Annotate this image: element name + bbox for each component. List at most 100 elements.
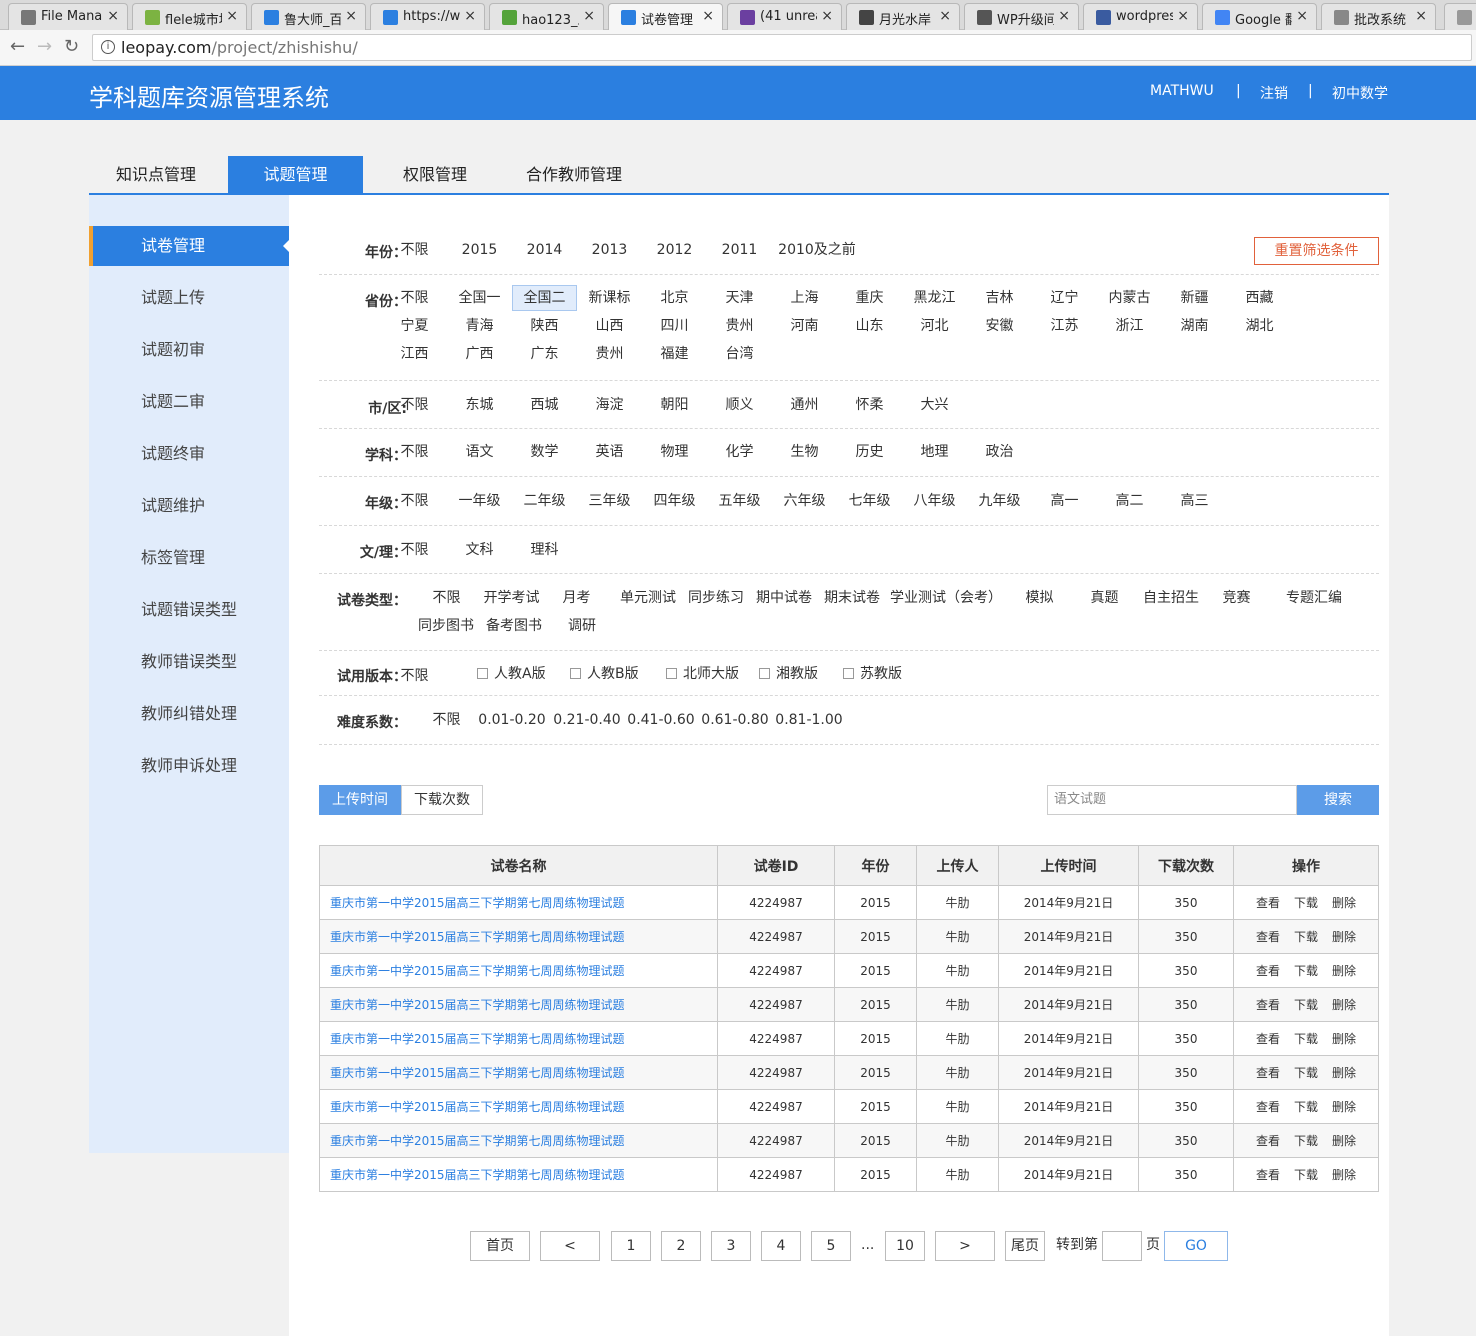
filter-option-province[interactable]: 新课标: [577, 285, 642, 311]
filter-option-province[interactable]: 天津: [707, 285, 772, 311]
filter-option-province[interactable]: 北京: [642, 285, 707, 311]
paper-name-link[interactable]: 重庆市第一中学2015届高三下学期第七周周练物理试题: [319, 885, 718, 920]
sidebar-item[interactable]: 教师纠错处理: [89, 694, 289, 734]
view-link[interactable]: 查看: [1256, 928, 1280, 945]
browser-tab[interactable]: 鲁大师_百 ×: [251, 3, 366, 30]
delete-link[interactable]: 删除: [1332, 1064, 1356, 1081]
sidebar-item[interactable]: 教师申诉处理: [89, 746, 289, 786]
filter-option-province[interactable]: 江苏: [1032, 313, 1097, 339]
filter-option-paper-type[interactable]: 调研: [548, 613, 616, 639]
filter-option-province[interactable]: 陕西: [512, 313, 577, 339]
browser-tab[interactable]: wordpres ×: [1083, 3, 1198, 30]
filter-option-province[interactable]: 湖南: [1162, 313, 1227, 339]
view-link[interactable]: 查看: [1256, 1166, 1280, 1183]
filter-option-province[interactable]: 河南: [772, 313, 837, 339]
checkbox-box[interactable]: [477, 668, 488, 679]
filter-option-province[interactable]: 台湾: [707, 341, 772, 367]
sort-upload-time-button[interactable]: 上传时间: [319, 785, 401, 815]
url-field[interactable]: i leopay.com/project/zhishishu/: [92, 34, 1472, 61]
delete-link[interactable]: 删除: [1332, 894, 1356, 911]
view-link[interactable]: 查看: [1256, 996, 1280, 1013]
first-page-button[interactable]: 首页: [470, 1231, 530, 1261]
page-number-button[interactable]: 1: [611, 1231, 651, 1261]
user-name[interactable]: MATHWU: [1150, 83, 1214, 99]
filter-option-subject[interactable]: 地理: [902, 439, 967, 465]
close-icon[interactable]: ×: [1177, 8, 1189, 24]
checkbox-box[interactable]: [759, 668, 770, 679]
filter-option-year[interactable]: 2012: [642, 237, 707, 263]
filter-option-paper-type[interactable]: 专题汇编: [1269, 585, 1359, 611]
browser-tab[interactable]: File Mana ×: [8, 3, 128, 30]
filter-option-province[interactable]: 新疆: [1162, 285, 1227, 311]
filter-option-year[interactable]: 2010及之前: [772, 237, 862, 263]
sidebar-item[interactable]: 试卷管理: [89, 226, 289, 266]
view-link[interactable]: 查看: [1256, 1132, 1280, 1149]
filter-option-track[interactable]: 不限: [382, 537, 447, 563]
close-icon[interactable]: ×: [939, 8, 951, 24]
filter-option-paper-type[interactable]: 同步练习: [682, 585, 750, 611]
sidebar-item[interactable]: 试题初审: [89, 330, 289, 370]
browser-tab[interactable]: 试卷管理 ×: [608, 3, 723, 30]
filter-option-grade[interactable]: 三年级: [577, 488, 642, 514]
filter-option-city[interactable]: 不限: [382, 392, 447, 418]
delete-link[interactable]: 删除: [1332, 962, 1356, 979]
delete-link[interactable]: 删除: [1332, 1132, 1356, 1149]
filter-option-grade[interactable]: 高一: [1032, 488, 1097, 514]
filter-option-grade[interactable]: 高二: [1097, 488, 1162, 514]
filter-option-province[interactable]: 宁夏: [382, 313, 447, 339]
filter-option-province[interactable]: 内蒙古: [1097, 285, 1162, 311]
filter-option-province[interactable]: 全国一: [447, 285, 512, 311]
filter-option-province[interactable]: 江西: [382, 341, 447, 367]
sidebar-item[interactable]: 试题二审: [89, 382, 289, 422]
download-link[interactable]: 下载: [1294, 1064, 1318, 1081]
search-input[interactable]: 语文试题: [1047, 785, 1297, 815]
info-icon[interactable]: i: [101, 40, 115, 54]
filter-option-difficulty[interactable]: 0.41-0.60: [623, 707, 699, 733]
page-number-button[interactable]: 10: [885, 1231, 925, 1261]
page-number-button[interactable]: 3: [711, 1231, 751, 1261]
edition-checkbox[interactable]: 人教B版: [570, 661, 639, 687]
filter-option-grade[interactable]: 九年级: [967, 488, 1032, 514]
filter-option-province[interactable]: 贵州: [577, 341, 642, 367]
download-link[interactable]: 下载: [1294, 1098, 1318, 1115]
filter-option-paper-type[interactable]: 真题: [1072, 585, 1137, 611]
filter-option-province[interactable]: 全国二: [512, 285, 577, 311]
filter-option-province[interactable]: 黑龙江: [902, 285, 967, 311]
forward-icon[interactable]: →: [37, 36, 52, 57]
filter-option-grade[interactable]: 不限: [382, 488, 447, 514]
download-link[interactable]: 下载: [1294, 894, 1318, 911]
filter-option-city[interactable]: 朝阳: [642, 392, 707, 418]
close-icon[interactable]: ×: [1296, 8, 1308, 24]
filter-option-province[interactable]: 吉林: [967, 285, 1032, 311]
checkbox-box[interactable]: [843, 668, 854, 679]
close-icon[interactable]: ×: [464, 8, 476, 24]
filter-option-paper-type[interactable]: 单元测试: [614, 585, 682, 611]
prev-page-button[interactable]: <: [540, 1231, 600, 1261]
view-link[interactable]: 查看: [1256, 894, 1280, 911]
sidebar-item[interactable]: 标签管理: [89, 538, 289, 578]
goto-page-input[interactable]: [1102, 1231, 1142, 1261]
filter-option-province[interactable]: 贵州: [707, 313, 772, 339]
filter-option-difficulty[interactable]: 0.81-1.00: [771, 707, 847, 733]
close-icon[interactable]: ×: [226, 8, 238, 24]
view-link[interactable]: 查看: [1256, 962, 1280, 979]
paper-name-link[interactable]: 重庆市第一中学2015届高三下学期第七周周练物理试题: [319, 1123, 718, 1158]
filter-option-paper-type[interactable]: 不限: [414, 585, 479, 611]
browser-tab[interactable]: https://w ×: [370, 3, 485, 30]
filter-option-province[interactable]: 不限: [382, 285, 447, 311]
delete-link[interactable]: 删除: [1332, 996, 1356, 1013]
page-number-button[interactable]: 2: [661, 1231, 701, 1261]
filter-option-difficulty[interactable]: 0.01-0.20: [474, 707, 550, 733]
filter-option-city[interactable]: 海淀: [577, 392, 642, 418]
filter-option-subject[interactable]: 物理: [642, 439, 707, 465]
filter-option-subject[interactable]: 政治: [967, 439, 1032, 465]
filter-option-paper-type[interactable]: 开学考试: [479, 585, 544, 611]
browser-tab[interactable]: hao123_上 ×: [489, 3, 604, 30]
filter-option-province[interactable]: 辽宁: [1032, 285, 1097, 311]
checkbox-box[interactable]: [570, 668, 581, 679]
browser-tab[interactable]: Google 翻 ×: [1202, 3, 1317, 30]
filter-option-subject[interactable]: 不限: [382, 439, 447, 465]
filter-option-paper-type[interactable]: 竞赛: [1204, 585, 1269, 611]
filter-option-province[interactable]: 山西: [577, 313, 642, 339]
browser-tab[interactable]: 月光水岸 ×: [846, 3, 960, 30]
